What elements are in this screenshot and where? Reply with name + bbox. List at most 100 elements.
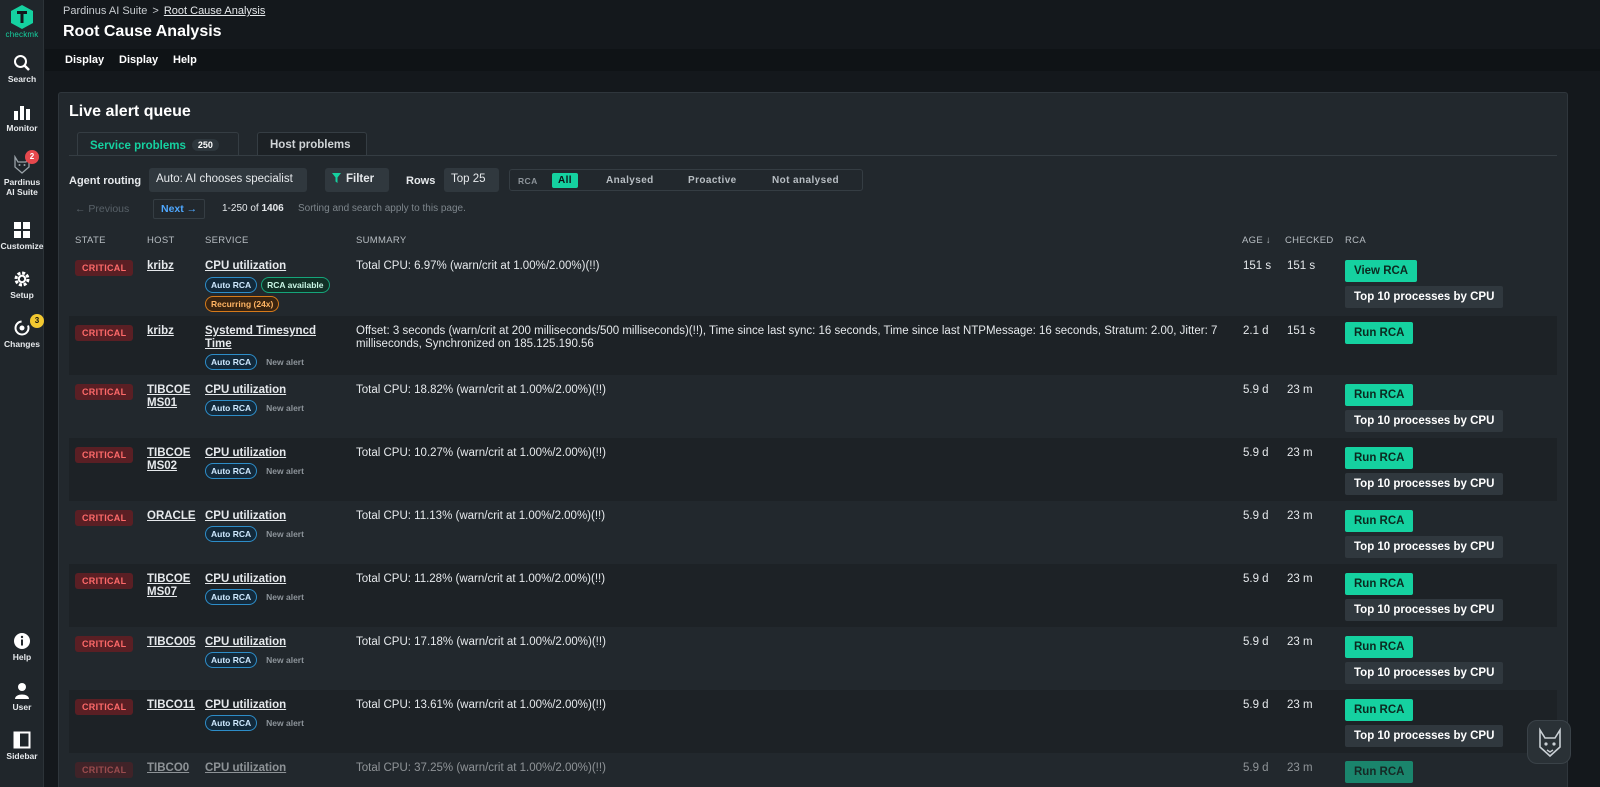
col-summary[interactable]: SUMMARY <box>356 235 407 246</box>
nav-monitor[interactable]: Monitor <box>0 103 44 134</box>
seg-proactive[interactable]: Proactive <box>688 175 737 186</box>
filter-button[interactable]: Filter <box>325 168 389 192</box>
summary-text: Offset: 3 seconds (warn/crit at 200 mill… <box>356 325 1218 350</box>
top-processes-button[interactable]: Top 10 processes by CPU <box>1345 536 1504 558</box>
host-link[interactable]: kribz <box>147 325 197 338</box>
new-alert-tag: New alert <box>266 718 304 728</box>
col-host[interactable]: HOST <box>147 235 175 246</box>
user-icon <box>15 683 29 699</box>
host-link[interactable]: kribz <box>147 260 197 273</box>
table-row: CRITICAL TIBCO0 CPU utilization Total CP… <box>69 753 1557 787</box>
run-rca-button[interactable]: Run RCA <box>1345 447 1414 469</box>
status-badge: CRITICAL <box>75 636 134 652</box>
run-rca-button[interactable]: Run RCA <box>1345 384 1414 406</box>
nav-help[interactable]: Help <box>0 632 44 663</box>
sidebar-toggle-icon <box>13 731 31 749</box>
host-link[interactable]: TIBCO0 <box>147 762 197 775</box>
changes-badge: 3 <box>30 314 44 328</box>
run-rca-button[interactable]: Run RCA <box>1345 510 1414 532</box>
table-row: CRITICAL TIBCOEMS01 CPU utilization Auto… <box>69 375 1557 438</box>
top-processes-button[interactable]: Top 10 processes by CPU <box>1345 599 1504 621</box>
agent-routing-select[interactable]: Auto: AI chooses specialist <box>149 168 307 192</box>
run-rca-button[interactable]: Run RCA <box>1345 761 1414 783</box>
changes-icon <box>14 320 30 336</box>
col-state[interactable]: STATE <box>75 235 106 246</box>
tab-service-label: Service problems <box>90 140 186 152</box>
seg-all[interactable]: All <box>552 173 578 188</box>
host-link[interactable]: TIBCOEMS07 <box>147 573 197 599</box>
seg-analysed[interactable]: Analysed <box>606 175 654 186</box>
filter-icon <box>332 173 341 183</box>
menu-help[interactable]: Help <box>173 54 197 66</box>
nav-setup[interactable]: Setup <box>0 270 44 301</box>
filter-label: Filter <box>346 173 375 185</box>
breadcrumb-root[interactable]: Pardinus AI Suite <box>63 5 147 17</box>
top-processes-button[interactable]: Top 10 processes by CPU <box>1345 410 1504 432</box>
service-link[interactable]: CPU utilization <box>205 573 345 586</box>
row-tags: Auto RCA New alert <box>205 715 355 734</box>
assistant-float-button[interactable] <box>1527 720 1571 764</box>
host-link[interactable]: TIBCOEMS01 <box>147 384 197 410</box>
service-link[interactable]: CPU utilization <box>205 699 345 712</box>
nav-sidebar-label: Sidebar <box>6 751 38 761</box>
service-link[interactable]: CPU utilization <box>205 510 345 523</box>
col-age[interactable]: AGE ↓ <box>1242 235 1271 246</box>
auto-rca-tag: Auto RCA <box>205 354 258 370</box>
menu-bar: Display Display Help <box>45 49 1600 71</box>
breadcrumb-current[interactable]: Root Cause Analysis <box>164 5 266 17</box>
col-checked[interactable]: CHECKED <box>1285 235 1334 246</box>
run-rca-button[interactable]: Run RCA <box>1345 699 1414 721</box>
top-processes-button[interactable]: Top 10 processes by CPU <box>1345 473 1504 495</box>
host-link[interactable]: TIBCO11 <box>147 699 197 712</box>
service-link[interactable]: CPU utilization <box>205 384 345 397</box>
summary-text: Total CPU: 17.18% (warn/crit at 1.00%/2.… <box>356 636 606 648</box>
run-rca-button[interactable]: Run RCA <box>1345 636 1414 658</box>
nav-changes[interactable]: Changes 3 <box>0 314 44 350</box>
gear-icon <box>14 271 30 287</box>
menu-display-2[interactable]: Display <box>119 54 158 66</box>
top-processes-button[interactable]: Top 10 processes by CPU <box>1345 662 1504 684</box>
nav-user-label: User <box>12 702 32 712</box>
top-processes-button[interactable]: Top 10 processes by CPU <box>1345 725 1504 747</box>
summary-text: Total CPU: 13.61% (warn/crit at 1.00%/2.… <box>356 699 606 711</box>
rows-select[interactable]: Top 25 <box>444 168 499 192</box>
seg-not-analysed[interactable]: Not analysed <box>772 175 839 186</box>
host-link[interactable]: TIBCO05 <box>147 636 197 649</box>
age-value: 2.1 d <box>1243 325 1269 337</box>
run-rca-button[interactable]: Run RCA <box>1345 573 1414 595</box>
nav-sidebar[interactable]: Sidebar <box>0 731 44 762</box>
nav-user[interactable]: User <box>0 682 44 713</box>
host-link[interactable]: ORACLE <box>147 510 197 523</box>
col-service[interactable]: SERVICE <box>205 235 249 246</box>
tab-service-problems[interactable]: Service problems 250 <box>77 132 239 156</box>
auto-rca-tag: Auto RCA <box>205 277 258 293</box>
status-badge: CRITICAL <box>75 384 134 400</box>
top-processes-button[interactable]: Top 10 processes by CPU <box>1345 286 1504 308</box>
previous-page-button[interactable]: ← Previous <box>75 203 129 215</box>
tab-divider <box>69 155 1557 156</box>
summary-text: Total CPU: 11.13% (warn/crit at 1.00%/2.… <box>356 510 606 522</box>
service-link[interactable]: CPU utilization <box>205 762 345 775</box>
host-link[interactable]: TIBCOEMS02 <box>147 447 197 473</box>
service-link[interactable]: Systemd Timesyncd Time <box>205 325 345 351</box>
tab-host-label: Host problems <box>270 139 351 151</box>
nav-customize[interactable]: Customize <box>0 221 44 252</box>
nav-help-label: Help <box>12 652 32 662</box>
col-rca[interactable]: RCA <box>1345 235 1366 246</box>
nav-pardinus[interactable]: Pardinus AI Suite 2 <box>0 150 44 198</box>
view-rca-button[interactable]: View RCA <box>1345 260 1418 282</box>
next-page-button[interactable]: Next → <box>153 199 206 219</box>
card-title: Live alert queue <box>69 103 191 120</box>
nav-search[interactable]: Search <box>0 54 44 85</box>
menu-display-1[interactable]: Display <box>65 54 104 66</box>
service-link[interactable]: CPU utilization <box>205 447 345 460</box>
run-rca-button[interactable]: Run RCA <box>1345 322 1414 344</box>
checkmk-logo[interactable]: checkmk <box>0 4 44 39</box>
age-value: 5.9 d <box>1243 762 1269 774</box>
table-row: CRITICAL TIBCO05 CPU utilization Auto RC… <box>69 627 1557 690</box>
tab-host-problems[interactable]: Host problems <box>257 132 367 156</box>
service-link[interactable]: CPU utilization <box>205 636 345 649</box>
main-sidebar: checkmk Search Monitor Pardinus AI Suite… <box>0 0 44 787</box>
service-link[interactable]: CPU utilization <box>205 260 345 273</box>
auto-rca-tag: Auto RCA <box>205 589 258 605</box>
